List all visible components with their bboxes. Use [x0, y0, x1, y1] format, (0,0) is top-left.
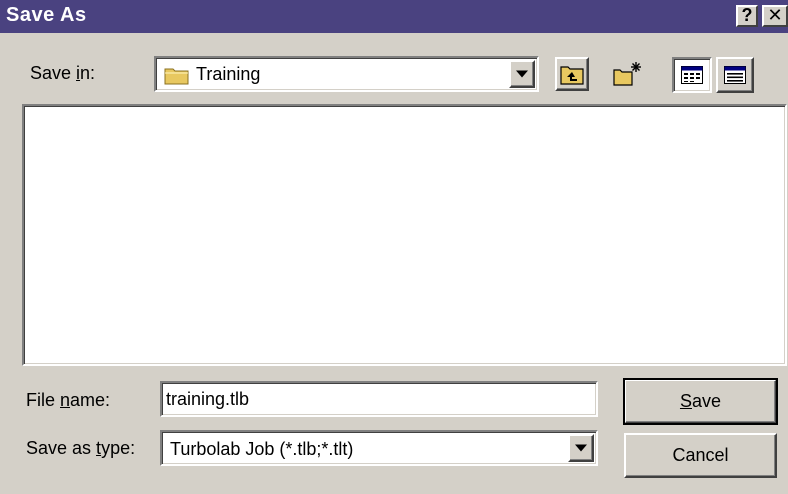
- save-as-dialog: Save As ? ✕ Save in: Training File name:…: [0, 0, 788, 494]
- save-button-label: Save: [679, 391, 722, 411]
- file-name-value: training.tlb: [166, 389, 250, 409]
- chevron-down-icon: [516, 70, 528, 78]
- close-icon: ✕: [767, 5, 783, 25]
- list-view-icon: [681, 66, 703, 84]
- save-in-combo[interactable]: Training: [154, 56, 539, 92]
- details-view-button[interactable]: [716, 57, 754, 93]
- save-as-type-label: Save as type:: [26, 438, 136, 458]
- file-name-input[interactable]: training.tlb: [160, 381, 598, 417]
- file-list[interactable]: [22, 104, 787, 366]
- file-name-label: File name:: [26, 390, 111, 410]
- help-icon: ?: [741, 5, 753, 25]
- save-in-label: Save in:: [30, 63, 96, 83]
- up-one-level-button[interactable]: [555, 57, 589, 91]
- save-as-type-value: Turbolab Job (*.tlb;*.tlt): [170, 439, 354, 459]
- dialog-title: Save As: [6, 4, 87, 26]
- save-in-dropdown-button[interactable]: [509, 60, 535, 88]
- save-as-type-combo[interactable]: Turbolab Job (*.tlb;*.tlt): [160, 430, 598, 466]
- title-bar[interactable]: Save As ? ✕: [0, 0, 788, 33]
- save-button[interactable]: Save: [623, 378, 778, 425]
- up-one-level-icon: [560, 66, 584, 85]
- close-button[interactable]: ✕: [762, 5, 788, 27]
- cancel-button[interactable]: Cancel: [624, 433, 777, 478]
- save-in-value: Training: [196, 64, 261, 84]
- chevron-down-icon: [575, 444, 587, 452]
- create-new-folder-icon: [613, 62, 641, 86]
- list-view-button[interactable]: [672, 57, 712, 93]
- create-new-folder-button[interactable]: [610, 57, 644, 91]
- folder-icon: [164, 65, 190, 90]
- help-button[interactable]: ?: [736, 5, 758, 27]
- details-view-icon: [724, 66, 746, 84]
- save-as-type-dropdown-button[interactable]: [568, 434, 594, 462]
- cancel-button-label: Cancel: [672, 445, 729, 465]
